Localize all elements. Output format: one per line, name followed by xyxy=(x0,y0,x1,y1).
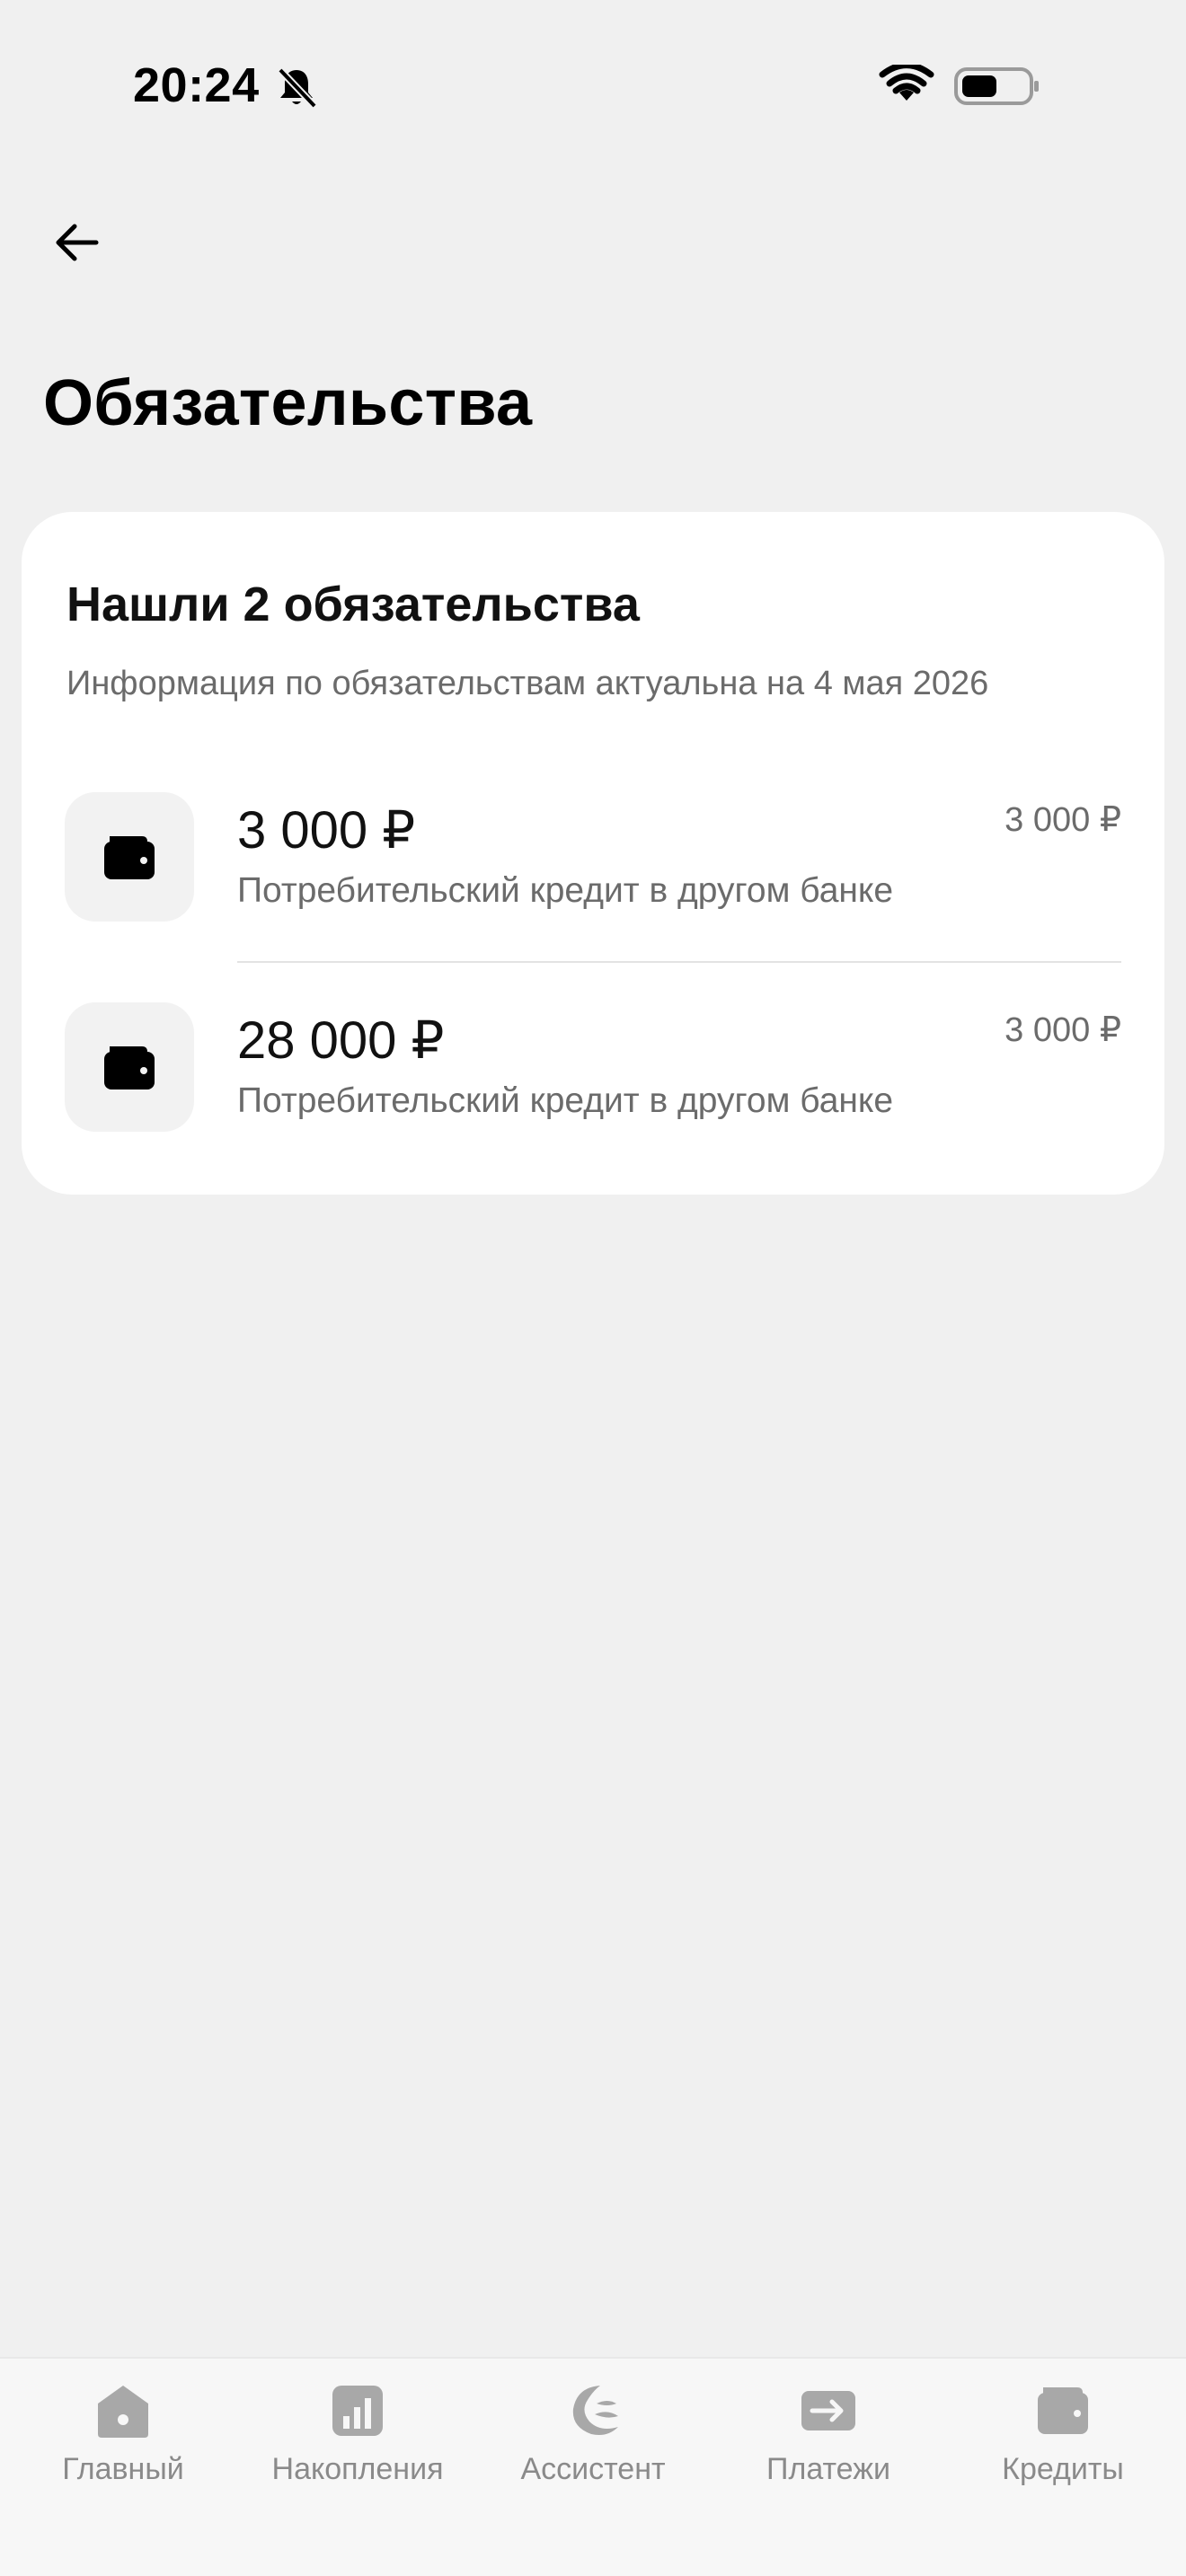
debt-icon-box xyxy=(65,792,194,922)
nav-item-credits[interactable]: Кредиты xyxy=(944,2382,1182,2517)
nav-label: Платежи xyxy=(766,2452,890,2486)
bell-muted-icon xyxy=(278,67,317,109)
nav-label: Главный xyxy=(62,2452,184,2486)
status-time: 20:24 xyxy=(133,58,260,112)
wallet-icon xyxy=(104,836,155,879)
debt-description: Потребительский кредит в другом банке xyxy=(237,1081,894,1120)
debt-icon-box xyxy=(65,1002,194,1132)
divider xyxy=(237,961,1121,963)
nav-item-payments[interactable]: Платежи xyxy=(710,2382,947,2517)
assistant-icon xyxy=(572,2386,618,2435)
back-button[interactable] xyxy=(36,198,117,287)
debt-side-value: 3 000 ₽ xyxy=(1005,1011,1121,1049)
debt-amount: 28 000 ₽ xyxy=(237,1011,445,1070)
bottom-nav: Главный Накопления Ассистент Платежи Кре… xyxy=(0,2357,1186,2576)
status-bar: 20:24 xyxy=(0,0,1186,171)
screen: 20:24 Обязательства Нашли 2 обязательств… xyxy=(0,0,1186,2576)
nav-item-home[interactable]: Главный xyxy=(4,2382,242,2517)
wallet-icon xyxy=(104,1046,155,1090)
transfer-icon xyxy=(801,2391,855,2430)
home-icon xyxy=(98,2386,148,2438)
debt-row[interactable]: 3 000 ₽ Потребительский кредит в другом … xyxy=(22,781,1164,961)
nav-item-assistant[interactable]: Ассистент xyxy=(474,2382,712,2517)
debt-description: Потребительский кредит в другом банке xyxy=(237,871,894,910)
obligations-card: Нашли 2 обязательства Информация по обяз… xyxy=(22,512,1164,1195)
card-title: Нашли 2 обязательства xyxy=(66,578,640,631)
wallet-icon xyxy=(1038,2387,1088,2434)
card-subtitle: Информация по обязательствам актуальна н… xyxy=(66,665,989,702)
debt-side-value: 3 000 ₽ xyxy=(1005,801,1121,839)
nav-label: Накопления xyxy=(271,2452,444,2486)
debt-row[interactable]: 28 000 ₽ Потребительский кредит в другом… xyxy=(22,992,1164,1171)
debt-amount: 3 000 ₽ xyxy=(237,801,416,860)
wifi-icon xyxy=(879,65,934,101)
nav-item-savings[interactable]: Накопления xyxy=(239,2382,476,2517)
arrow-left-icon xyxy=(56,224,99,261)
chart-icon xyxy=(332,2386,383,2436)
battery-icon xyxy=(954,67,1039,105)
nav-label: Ассистент xyxy=(520,2452,666,2486)
page-title: Обязательства xyxy=(43,367,533,439)
nav-label: Кредиты xyxy=(1002,2452,1124,2486)
